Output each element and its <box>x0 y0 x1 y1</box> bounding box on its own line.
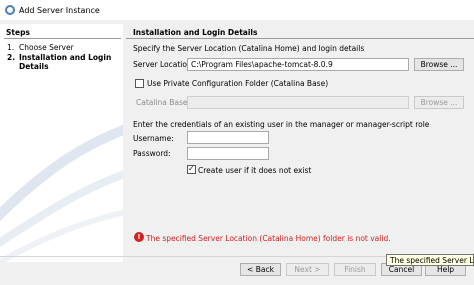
server-location-field[interactable]: C:\Program Files\apache-tomcat-8.0.9 <box>187 58 409 71</box>
username-label: Username: <box>133 134 174 143</box>
browse-catalina-base-button[interactable]: Browse ... <box>414 96 464 109</box>
credentials-text: Enter the credentials of an existing use… <box>133 120 430 129</box>
catalina-base-field[interactable] <box>187 96 409 109</box>
error-icon: ! <box>134 232 144 242</box>
step-label: Installation and Login <box>19 53 112 62</box>
steps-heading: Steps <box>6 28 30 37</box>
catalina-base-label: Catalina Base: <box>136 98 191 107</box>
step-number: 1. <box>7 43 15 52</box>
create-user-checkbox[interactable] <box>187 164 196 174</box>
create-user-label: Create user if it does not exist <box>198 166 312 175</box>
step-label: Choose Server <box>19 43 74 52</box>
private-config-checkbox[interactable] <box>135 79 144 88</box>
content-divider <box>126 38 474 39</box>
finish-button[interactable]: Finish <box>334 263 376 276</box>
next-button[interactable]: Next > <box>286 263 329 276</box>
step-choose-server: 1. Choose Server <box>7 43 74 52</box>
page-title: Installation and Login Details <box>133 28 258 37</box>
step-installation-login: 2. Installation and Login <box>7 53 111 62</box>
back-button[interactable]: < Back <box>240 263 281 276</box>
steps-divider <box>4 38 121 39</box>
window-title: Add Server Instance <box>19 6 100 15</box>
username-field[interactable] <box>187 131 269 144</box>
step-label-continued: Details <box>19 62 49 71</box>
server-location-label: Server Location: <box>133 60 195 69</box>
browse-server-location-button[interactable]: Browse ... <box>414 58 464 71</box>
step-number: 2. <box>7 53 16 62</box>
error-message: The specified Server Location (Catalina … <box>146 234 391 243</box>
intro-text: Specify the Server Location (Catalina Ho… <box>133 44 365 53</box>
netbeans-icon <box>5 5 15 15</box>
error-tooltip: The specified Server Locatio <box>386 254 474 266</box>
private-config-label: Use Private Configuration Folder (Catali… <box>147 79 329 88</box>
password-label: Password: <box>133 149 171 158</box>
password-field[interactable] <box>187 147 269 160</box>
